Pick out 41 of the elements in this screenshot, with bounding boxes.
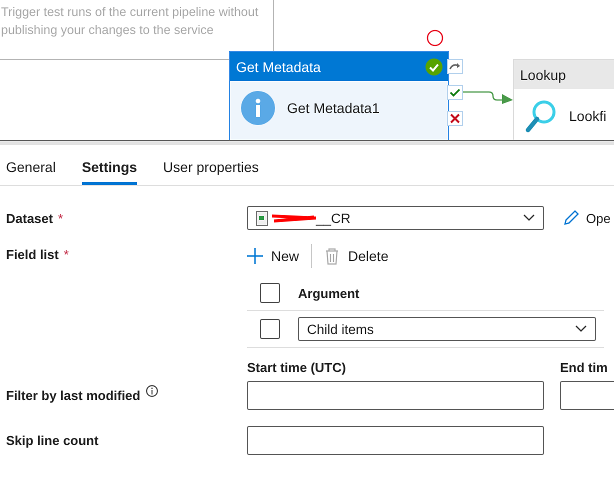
info-icon: [146, 384, 158, 396]
edit-button[interactable]: Ope: [562, 209, 611, 227]
tab[interactable]: Settings: [82, 159, 138, 185]
start-time-field[interactable]: [247, 381, 544, 410]
argument-dropdown[interactable]: Child items: [298, 317, 596, 341]
breakpoint-circle-icon: [426, 29, 444, 47]
tab[interactable]: General: [6, 159, 56, 185]
failure-port-icon[interactable]: [447, 111, 463, 126]
search-icon: [525, 99, 557, 133]
info-icon: [241, 91, 275, 125]
checkbox[interactable]: [260, 319, 280, 339]
field-label: Field list *: [6, 247, 70, 262]
activity-type: Get Metadata: [236, 58, 321, 74]
chevron-down-icon: [575, 325, 587, 333]
checkbox[interactable]: [260, 283, 280, 303]
activity-name: Lookfi: [569, 108, 606, 124]
trash-icon: [324, 247, 340, 265]
field-label: Skip line count: [6, 433, 100, 448]
field-label: Dataset *: [6, 210, 64, 226]
required-mark: *: [64, 247, 69, 262]
required-mark: *: [58, 210, 64, 226]
pencil-icon: [562, 209, 580, 227]
field-label: Filter by last modified: [6, 388, 140, 403]
success-port-icon[interactable]: [447, 85, 463, 100]
dataset-dropdown[interactable]: __CR: [247, 206, 544, 230]
new-button[interactable]: New: [247, 248, 300, 264]
activity-node[interactable]: Get Metadata Get Metadata1: [229, 51, 449, 140]
plus-icon: [247, 248, 263, 264]
tooltip-text: Trigger test runs of the current pipeline without publishing your changes to the service: [0, 0, 274, 60]
column-header: Argument: [298, 286, 360, 300]
skip-line-count-field[interactable]: [247, 426, 544, 455]
field-label: Start time (UTC): [247, 360, 347, 375]
dataset-file-icon: [256, 210, 268, 226]
chevron-down-icon: [523, 214, 535, 222]
activity-type: Lookup: [520, 66, 566, 82]
activity-name: Get Metadata1: [287, 100, 380, 116]
redaction-mark: [272, 213, 316, 223]
activity-node[interactable]: Lookup Lookfi: [513, 59, 614, 140]
tab[interactable]: User properties: [163, 159, 259, 185]
field-label: End tim: [560, 360, 609, 375]
delete-button[interactable]: Delete: [324, 247, 388, 265]
